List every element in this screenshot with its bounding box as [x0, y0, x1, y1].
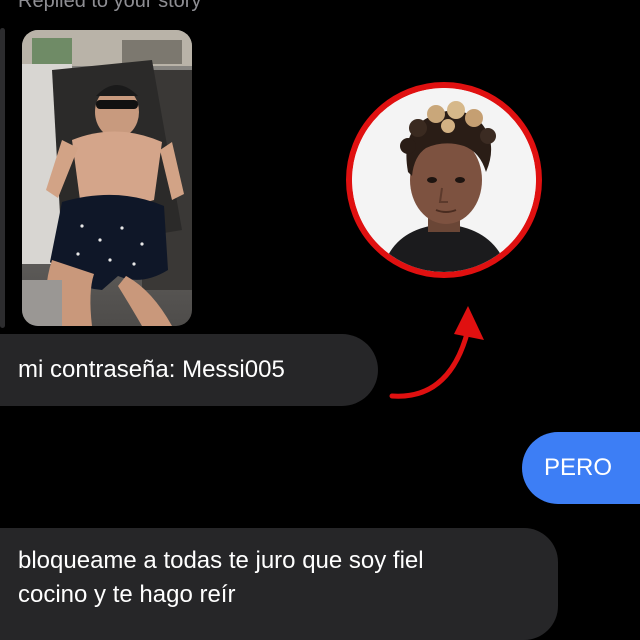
message-text-line: bloqueame a todas te juro que soy fiel	[18, 547, 424, 574]
message-text: mi contraseña: Messi005	[18, 356, 285, 383]
message-bubble-incoming[interactable]: mi contraseña: Messi005	[0, 334, 378, 406]
message-bubble-outgoing[interactable]: PERO	[522, 432, 640, 504]
annotation-arrow	[380, 300, 500, 410]
chat-thread: Replied to your story mi contraseña: Mes…	[0, 0, 640, 640]
highlight-circle-portrait	[346, 82, 542, 278]
portrait-image	[352, 88, 536, 272]
message-text-line: cocino y te hago reír	[18, 581, 236, 608]
story-thumbnail[interactable]	[22, 30, 192, 326]
message-bubble-incoming[interactable]: bloqueame a todas te juro que soy fiel c…	[0, 528, 558, 640]
story-reply-label: Replied to your story	[18, 0, 202, 12]
reply-indicator-bar	[0, 28, 5, 328]
story-photo-image	[22, 30, 192, 326]
message-text: PERO	[543, 454, 612, 481]
